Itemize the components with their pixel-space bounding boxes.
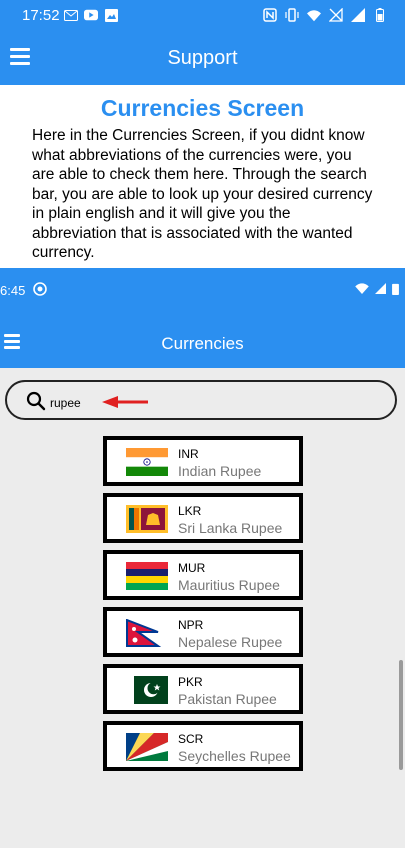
- scrollbar[interactable]: [399, 660, 403, 770]
- status-bar: 17:52: [0, 0, 405, 32]
- signal-icon: [351, 8, 365, 22]
- mail-icon: [64, 8, 78, 22]
- currency-code: INR: [178, 447, 199, 461]
- currency-name: Mauritius Rupee: [178, 577, 280, 593]
- currency-name: Pakistan Rupee: [178, 691, 277, 707]
- sync-icon: [33, 282, 47, 296]
- search-input[interactable]: rupee: [50, 396, 81, 410]
- currency-name: Indian Rupee: [178, 463, 262, 479]
- currency-code: NPR: [178, 618, 204, 632]
- currency-code: PKR: [178, 675, 203, 689]
- embedded-app-title: Currencies: [161, 334, 244, 353]
- list-item[interactable]: MUR Mauritius Rupee: [103, 550, 303, 600]
- pakistan-flag-icon: [126, 676, 168, 704]
- sri-lanka-flag-icon: [126, 505, 168, 533]
- battery-icon: [373, 8, 387, 22]
- seychelles-flag-icon: [126, 733, 168, 761]
- app-bar: Support: [0, 32, 405, 85]
- embedded-battery-icon: [392, 283, 399, 295]
- info-description: Here in the Currencies Screen, if you di…: [32, 127, 373, 261]
- india-flag-icon: [126, 448, 168, 476]
- list-item[interactable]: PKR Pakistan Rupee: [103, 664, 303, 714]
- list-item[interactable]: LKR Sri Lanka Rupee: [103, 493, 303, 543]
- nepal-flag-icon: [126, 619, 162, 647]
- vibrate-icon: [285, 8, 299, 22]
- embedded-app-bar: Currencies: [0, 316, 405, 368]
- app-title: Support: [167, 47, 238, 69]
- embedded-status-bar: 6:45: [0, 268, 405, 316]
- image-icon: [104, 8, 118, 22]
- embedded-wifi-icon: [355, 283, 369, 294]
- info-section: Currencies Screen Here in the Currencies…: [0, 85, 405, 268]
- list-item[interactable]: NPR Nepalese Rupee: [103, 607, 303, 657]
- youtube-icon: [84, 8, 98, 22]
- currency-name: Seychelles Rupee: [178, 748, 291, 764]
- no-sim-icon: [329, 8, 343, 22]
- currency-code: MUR: [178, 561, 206, 575]
- embedded-status-time: 6:45: [0, 283, 26, 298]
- nfc-icon: [263, 8, 277, 22]
- search-bar[interactable]: rupee: [5, 380, 397, 420]
- currency-name: Nepalese Rupee: [178, 634, 283, 650]
- info-heading: Currencies Screen: [100, 95, 305, 121]
- currency-name: Sri Lanka Rupee: [178, 520, 283, 536]
- list-item[interactable]: SCR Seychelles Rupee: [103, 721, 303, 771]
- search-icon: [26, 391, 46, 411]
- red-arrow-annotation: [102, 396, 148, 408]
- embedded-signal-icon: [375, 283, 386, 294]
- mauritius-flag-icon: [126, 562, 168, 590]
- currency-code: LKR: [178, 504, 202, 518]
- status-time: 17:52: [22, 7, 60, 24]
- currency-code: SCR: [178, 732, 204, 746]
- wifi-icon: [307, 8, 321, 22]
- list-item[interactable]: INR Indian Rupee: [103, 436, 303, 486]
